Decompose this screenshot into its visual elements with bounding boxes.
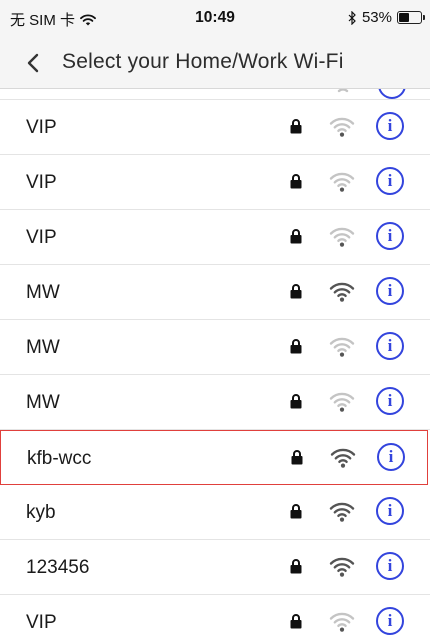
wifi-signal-icon: [330, 448, 356, 468]
wifi-signal-icon: [329, 612, 355, 632]
lock-icon: [290, 119, 302, 134]
lock-icon: [290, 339, 302, 354]
info-button[interactable]: i: [376, 277, 404, 305]
network-name: VIP: [26, 172, 57, 193]
info-button[interactable]: i: [376, 222, 404, 250]
lock-icon: [290, 284, 302, 299]
network-row[interactable]: MW i: [0, 265, 430, 320]
bluetooth-icon: [348, 10, 356, 25]
lock-icon: [290, 614, 302, 629]
network-name: MW: [26, 282, 60, 303]
battery-icon: [397, 11, 425, 24]
status-right-group: 53%: [348, 9, 425, 26]
network-name: VIP: [26, 117, 57, 138]
page-title: Select your Home/Work Wi-Fi: [62, 50, 344, 73]
wifi-signal-icon: [329, 172, 355, 192]
back-button[interactable]: [18, 46, 48, 80]
network-row[interactable]: VIP i: [0, 210, 430, 265]
wifi-signal-icon: [329, 117, 355, 137]
wifi-network-list[interactable]: VIP i VIP i VIP i MW i MW i MW i kfb-wcc…: [0, 89, 430, 637]
info-button[interactable]: i: [377, 443, 405, 471]
battery-level: [399, 13, 410, 22]
info-icon: i: [387, 501, 393, 520]
info-icon[interactable]: [378, 89, 406, 99]
network-row[interactable]: VIP i: [0, 155, 430, 210]
info-icon: i: [387, 611, 393, 630]
network-name: 123456: [26, 557, 90, 578]
info-button[interactable]: i: [376, 332, 404, 360]
info-button[interactable]: i: [376, 167, 404, 195]
info-icon: i: [388, 447, 394, 466]
lock-icon: [290, 504, 302, 519]
network-name: VIP: [26, 612, 57, 633]
wifi-signal-icon: [329, 227, 355, 247]
lock-icon: [290, 394, 302, 409]
wifi-signal-icon: [337, 89, 349, 93]
wifi-signal-icon: [329, 337, 355, 357]
info-icon: i: [387, 171, 393, 190]
lock-icon: [291, 450, 303, 465]
navigation-bar: Select your Home/Work Wi-Fi: [0, 38, 430, 89]
wifi-signal-icon: [329, 502, 355, 522]
lock-icon: [290, 174, 302, 189]
network-name: VIP: [26, 227, 57, 248]
info-icon: i: [387, 556, 393, 575]
chevron-left-icon: [27, 53, 39, 73]
info-button[interactable]: i: [376, 112, 404, 140]
network-name: MW: [26, 337, 60, 358]
wifi-signal-icon: [329, 557, 355, 577]
info-button[interactable]: i: [376, 607, 404, 635]
network-row[interactable]: VIP i: [0, 100, 430, 155]
info-button[interactable]: i: [376, 552, 404, 580]
network-row[interactable]: 123456 i: [0, 540, 430, 595]
network-row[interactable]: kfb-wcc i: [0, 430, 428, 485]
partial-list-item: [0, 89, 430, 100]
info-button[interactable]: i: [376, 497, 404, 525]
network-row[interactable]: MW i: [0, 375, 430, 430]
lock-icon: [290, 229, 302, 244]
network-row[interactable]: VIP i: [0, 595, 430, 637]
network-row[interactable]: MW i: [0, 320, 430, 375]
network-row[interactable]: kyb i: [0, 485, 430, 540]
info-icon: i: [387, 226, 393, 245]
info-icon: i: [387, 116, 393, 135]
lock-icon: [290, 559, 302, 574]
info-icon: i: [387, 281, 393, 300]
status-bar: 无 SIM 卡 10:49 53%: [0, 0, 430, 38]
wifi-signal-icon: [329, 282, 355, 302]
wifi-signal-icon: [329, 392, 355, 412]
network-name: MW: [26, 392, 60, 413]
info-button[interactable]: i: [376, 387, 404, 415]
battery-percent: 53%: [361, 9, 392, 26]
info-icon: i: [387, 391, 393, 410]
network-name: kfb-wcc: [27, 448, 92, 469]
network-name: kyb: [26, 502, 56, 523]
info-icon: i: [387, 336, 393, 355]
network-rows: VIP i VIP i VIP i MW i MW i MW i kfb-wcc…: [0, 100, 430, 637]
